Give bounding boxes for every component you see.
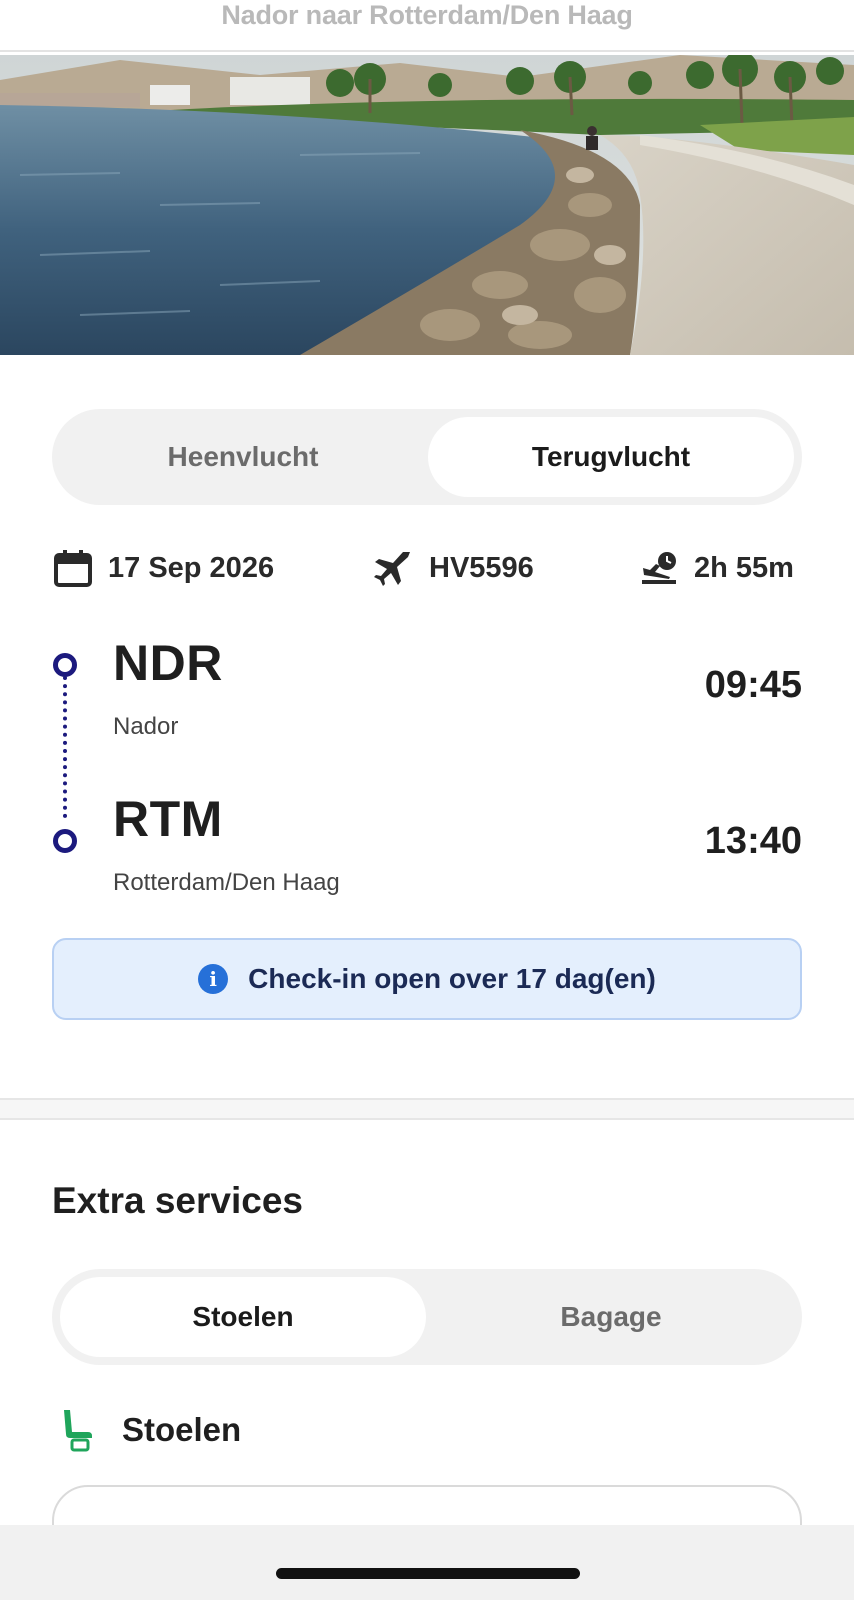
seats-heading: Stoelen	[60, 1408, 241, 1452]
destination-hero-image	[0, 55, 854, 355]
flight-number: HV5596	[373, 546, 534, 590]
info-icon: i	[198, 964, 229, 994]
section-divider	[0, 1098, 854, 1120]
route-connector	[63, 676, 67, 818]
checkin-notice-text: Check-in open over 17 dag(en)	[248, 963, 656, 994]
tab-baggage[interactable]: Bagage	[428, 1277, 794, 1357]
system-bottom-bar	[0, 1525, 854, 1600]
tab-return-flight[interactable]: Terugvlucht	[428, 417, 794, 497]
origin-dot	[53, 653, 77, 677]
seat-icon	[64, 1410, 92, 1452]
flight-number-text: HV5596	[429, 551, 534, 584]
origin-city: Nador	[113, 713, 179, 740]
top-bar: Nador naar Rotterdam/Den Haag	[0, 0, 854, 52]
tab-seats[interactable]: Stoelen	[60, 1277, 426, 1357]
flight-date: 17 Sep 2026	[54, 546, 274, 590]
checkin-notice: i Check-in open over 17 dag(en)	[52, 938, 802, 1020]
seats-heading-label: Stoelen	[122, 1411, 242, 1448]
destination-code: RTM	[113, 791, 223, 847]
flight-direction-toggle: Heenvlucht Terugvlucht	[52, 409, 802, 505]
extra-services-title: Extra services	[52, 1180, 303, 1221]
extra-services-toggle: Stoelen Bagage	[52, 1269, 802, 1365]
flight-date-text: 17 Sep 2026	[108, 551, 275, 584]
calendar-icon	[54, 550, 92, 587]
origin-code: NDR	[113, 635, 223, 691]
arrival-time: 13:40	[704, 820, 802, 862]
flight-duration-text: 2h 55m	[694, 551, 794, 584]
destination-city: Rotterdam/Den Haag	[113, 869, 340, 896]
landing-clock-icon	[642, 552, 676, 584]
page-title: Nador naar Rotterdam/Den Haag	[221, 0, 633, 30]
home-indicator[interactable]	[276, 1568, 580, 1579]
destination-dot	[53, 829, 77, 853]
departure-time: 09:45	[704, 664, 802, 706]
tab-outbound-flight[interactable]: Heenvlucht	[60, 417, 426, 497]
plane-icon	[374, 552, 410, 586]
flight-duration: 2h 55m	[640, 546, 794, 590]
